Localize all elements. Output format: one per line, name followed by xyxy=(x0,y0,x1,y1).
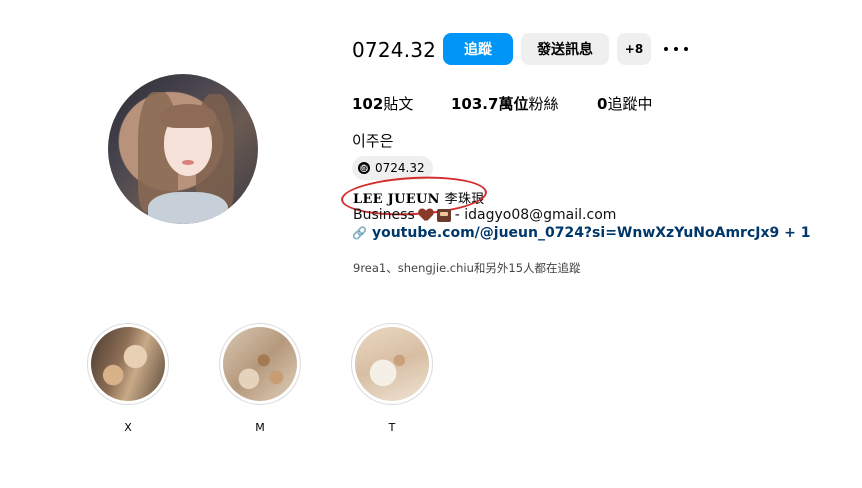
highlight-ring xyxy=(219,323,301,405)
more-dot xyxy=(664,47,668,51)
avatar-bangs xyxy=(160,104,216,128)
profile-link[interactable]: 🔗 youtube.com/@jueun_0724?si=WnwXzYuNoAm… xyxy=(352,225,810,241)
following-label: 追蹤中 xyxy=(607,95,653,113)
bio-email: - idagyo08@gmail.com xyxy=(454,207,617,223)
posts-count: 102 xyxy=(352,95,384,113)
username: 0724.32 xyxy=(352,38,437,62)
highlight-ring xyxy=(87,323,169,405)
highlight-x[interactable]: X xyxy=(86,323,170,434)
followed-by-text[interactable]: 9rea1、shengjie.chiu和另外15人都在追蹤 xyxy=(353,260,581,276)
avatar-top xyxy=(148,192,228,224)
followers-label: 粉絲 xyxy=(528,95,559,113)
add-user-button[interactable]: +8 xyxy=(617,33,651,65)
followers-stat[interactable]: 103.7萬位粉絲 xyxy=(451,93,558,114)
following-count: 0 xyxy=(597,95,608,113)
highlight-label: M xyxy=(255,421,265,434)
avatar-lips xyxy=(182,160,194,165)
inbox-icon xyxy=(436,208,451,222)
highlight-image xyxy=(223,327,297,401)
posts-label: 貼文 xyxy=(383,95,414,113)
message-button[interactable]: 發送訊息 xyxy=(521,33,609,65)
profile-avatar[interactable] xyxy=(108,74,258,224)
highlight-m[interactable]: M xyxy=(218,323,302,434)
heart-icon xyxy=(419,209,433,221)
more-options-icon[interactable] xyxy=(664,40,688,58)
highlight-label: T xyxy=(388,421,396,434)
posts-stat: 102貼文 xyxy=(352,93,413,114)
more-dot xyxy=(684,47,688,51)
profile-link-text: youtube.com/@jueun_0724?si=WnwXzYuNoAmrc… xyxy=(371,225,811,241)
threads-icon: @ xyxy=(358,162,370,174)
highlight-image xyxy=(91,327,165,401)
bio-business: Business xyxy=(353,207,415,223)
more-dot xyxy=(674,47,678,51)
link-icon: 🔗 xyxy=(352,226,367,240)
full-name: 이주은 xyxy=(352,132,394,150)
following-stat[interactable]: 0追蹤中 xyxy=(597,93,652,114)
highlight-ring xyxy=(351,323,433,405)
followers-count: 103.7萬位 xyxy=(451,95,529,113)
highlight-label: X xyxy=(124,421,132,434)
highlight-t[interactable]: T xyxy=(350,323,434,434)
follow-button[interactable]: 追蹤 xyxy=(443,33,513,65)
bio-business-line: Business - idagyo08@gmail.com xyxy=(353,207,616,223)
highlight-image xyxy=(355,327,429,401)
threads-handle: 0724.32 xyxy=(375,161,425,175)
